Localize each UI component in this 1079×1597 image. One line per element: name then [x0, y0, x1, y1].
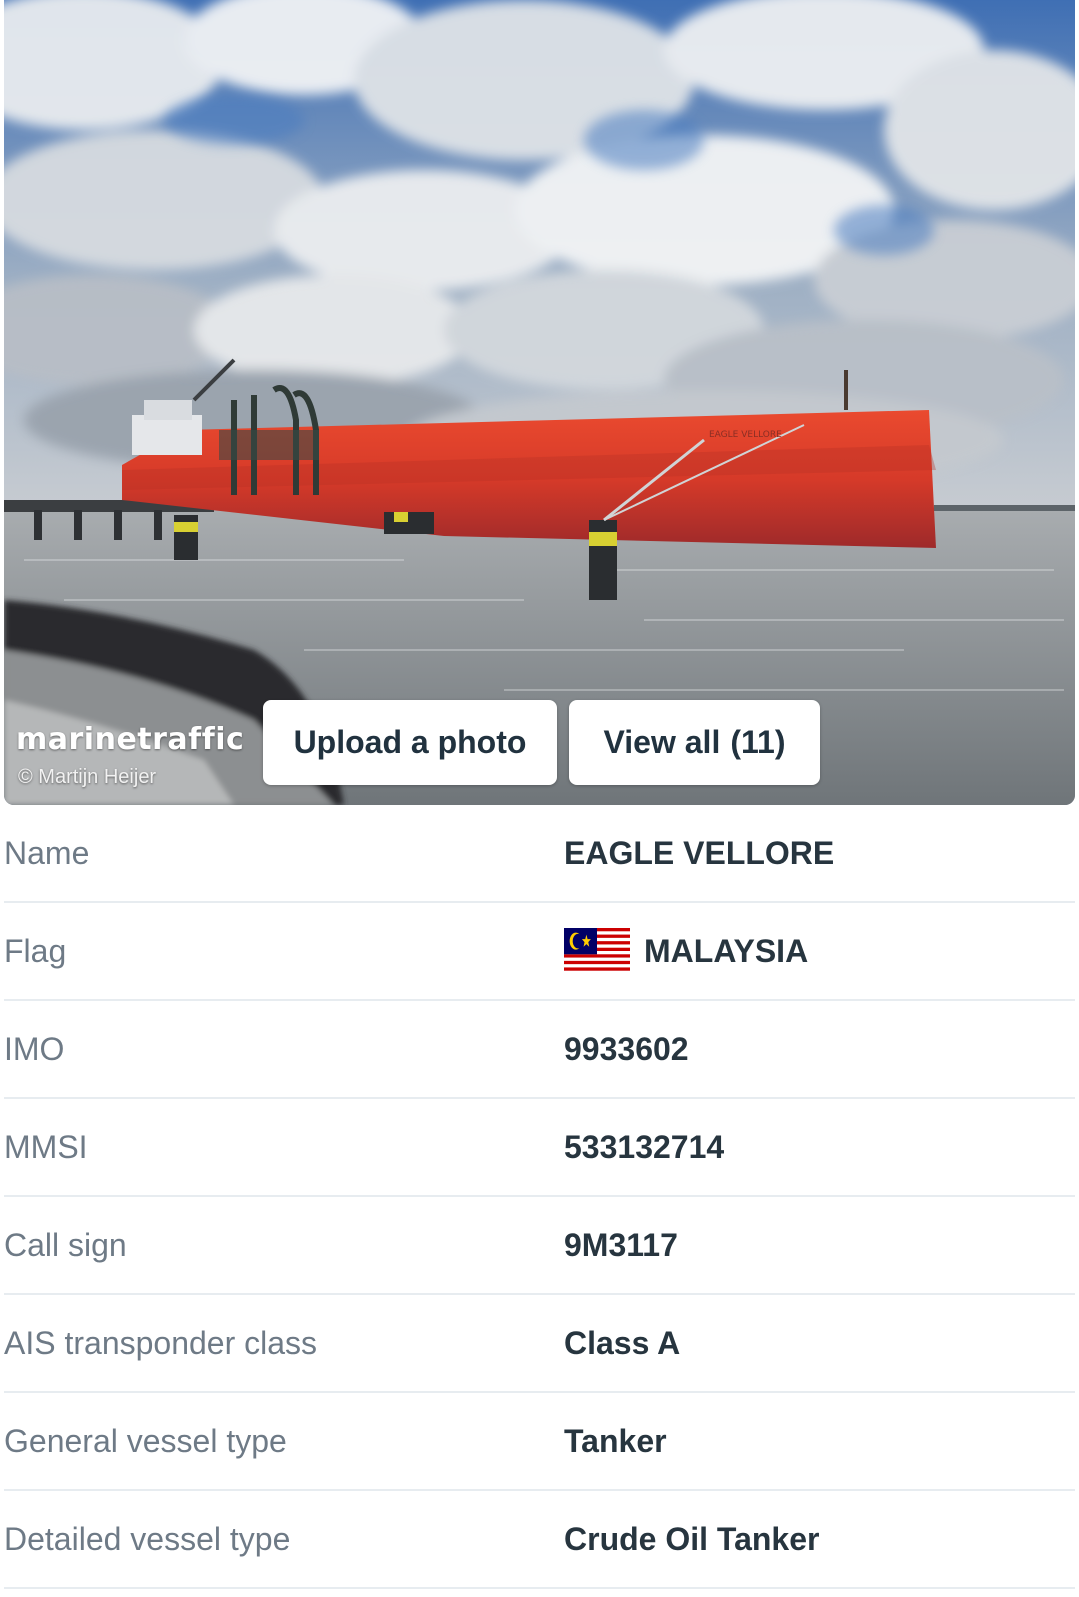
detailed-type-label: Detailed vessel type [4, 1520, 291, 1557]
details-row-detailed-type: Detailed vessel type Crude Oil Tanker [4, 1491, 1075, 1589]
details-row-mmsi: MMSI 533132714 [4, 1099, 1075, 1197]
ais-class-value: Class A [564, 1324, 681, 1361]
hull-name-text: EAGLE VELLORE [709, 430, 782, 440]
details-row-imo: IMO 9933602 [4, 1001, 1075, 1099]
imo-value: 9933602 [564, 1030, 689, 1067]
view-all-label: View all [603, 724, 721, 760]
call-sign-label: Call sign [4, 1226, 127, 1263]
details-row-call-sign: Call sign 9M3117 [4, 1197, 1075, 1295]
mmsi-value: 533132714 [564, 1128, 725, 1165]
vessel-details-table: Name EAGLE VELLORE Flag MALAYSIA IMO 993… [4, 805, 1075, 1589]
name-label: Name [4, 834, 90, 871]
photo-count: (11) [730, 724, 786, 760]
details-row-flag: Flag MALAYSIA [4, 903, 1075, 1001]
details-row-general-type: General vessel type Tanker [4, 1393, 1075, 1491]
flag-country-text: MALAYSIA [644, 932, 809, 969]
flag-label: Flag [4, 932, 67, 969]
vessel-photo-image: EAGLE VELLORE [4, 0, 1075, 805]
imo-label: IMO [4, 1030, 65, 1067]
general-type-label: General vessel type [4, 1422, 287, 1459]
detailed-type-value: Crude Oil Tanker [564, 1520, 820, 1557]
photo-credit: © Martijn Heijer [18, 766, 157, 788]
call-sign-value: 9M3117 [564, 1226, 678, 1263]
ais-class-label: AIS transponder class [4, 1324, 318, 1361]
malaysia-flag-icon [564, 928, 630, 974]
view-all-photos-button[interactable]: View all (11) [569, 700, 820, 785]
upload-photo-label: Upload a photo [293, 724, 527, 760]
flag-value: MALAYSIA [564, 928, 808, 974]
vessel-photo[interactable]: EAGLE VELLORE marinetraffic © Martijn He… [4, 0, 1075, 805]
name-value: EAGLE VELLORE [564, 834, 835, 871]
mmsi-label: MMSI [4, 1128, 88, 1165]
details-row-name: Name EAGLE VELLORE [4, 805, 1075, 903]
upload-photo-button[interactable]: Upload a photo [263, 700, 557, 785]
general-type-value: Tanker [564, 1422, 667, 1459]
marinetraffic-watermark: marinetraffic [16, 722, 245, 757]
details-row-ais-class: AIS transponder class Class A [4, 1295, 1075, 1393]
